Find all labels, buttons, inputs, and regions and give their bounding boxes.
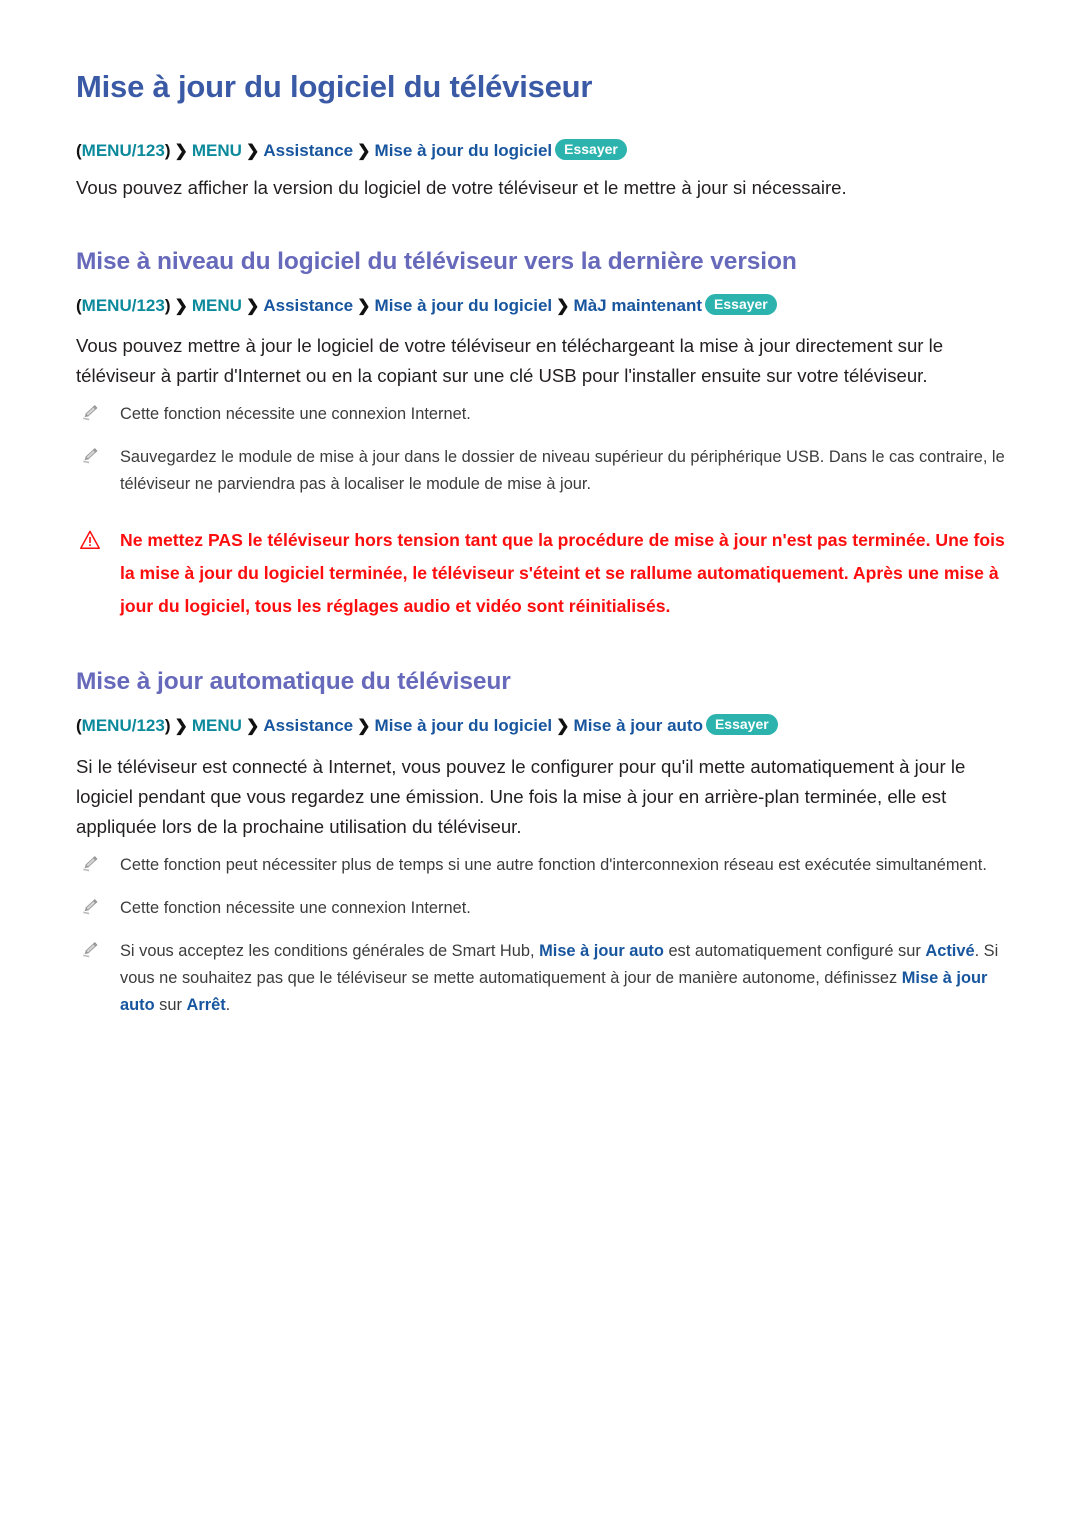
note-item-smarthub: Si vous acceptez les conditions générale… [76, 938, 1018, 1019]
note-item: Sauvegardez le module de mise à jour dan… [76, 444, 1018, 498]
caution-block: Ne mettez PAS le téléviseur hors tension… [76, 524, 1018, 623]
breadcrumb-separator-icon: ❯ [357, 718, 371, 736]
document-page: Mise à jour du logiciel du téléviseur (M… [0, 0, 1080, 1527]
breadcrumb-software-update[interactable]: (MENU/123) ❯ MENU ❯ Assistance ❯ Mise à jour d… [76, 139, 1018, 163]
pencil-icon [82, 446, 102, 466]
breadcrumb-item-software-update[interactable]: Mise à jour du logiciel [375, 296, 553, 315]
try-button[interactable]: Essayer [705, 293, 777, 315]
note-text-part: Si vous acceptez les conditions générale… [120, 941, 540, 960]
page-title: Mise à jour du logiciel du téléviseur [76, 69, 593, 104]
breadcrumb-item-menu[interactable]: MENU [192, 296, 242, 315]
breadcrumb-separator-icon: ❯ [357, 297, 371, 315]
note-text: Cette fonction nécessite une connexion I… [120, 405, 471, 424]
breadcrumb-separator-icon: ❯ [245, 718, 260, 736]
note-text-part: . [225, 995, 231, 1014]
breadcrumb-item-menu123[interactable]: MENU/123 [82, 296, 165, 315]
breadcrumb-item-update-now[interactable]: MàJ maintenant [574, 296, 702, 315]
auto-update-paragraph: Si le téléviseur est connecté à Internet… [76, 755, 966, 837]
setting-name-auto-update: Mise à jour auto [539, 941, 664, 960]
note-text: Cette fonction nécessite une connexion I… [120, 898, 471, 917]
note-text-part: sur [154, 995, 187, 1014]
setting-value-on: Activé [925, 941, 975, 960]
breadcrumb-item-assistance[interactable]: Assistance [263, 716, 353, 735]
breadcrumb-separator-icon: ❯ [174, 297, 188, 315]
breadcrumb-auto-update[interactable]: (MENU/123) ❯ MENU ❯ Assistance ❯ Mise à jour d… [76, 714, 1018, 738]
breadcrumb-item-assistance[interactable]: Assistance [263, 296, 353, 315]
note-text: Cette fonction peut nécessiter plus de t… [120, 855, 987, 874]
note-item: Cette fonction nécessite une connexion I… [76, 401, 1018, 428]
note-item: Cette fonction nécessite une connexion I… [76, 895, 1018, 922]
breadcrumb-separator-icon: ❯ [174, 718, 188, 736]
breadcrumb-separator-icon: ❯ [245, 297, 260, 315]
try-button[interactable]: Essayer [705, 714, 778, 736]
breadcrumb-separator-icon: ❯ [174, 143, 188, 161]
setting-value-off: Arrêt [186, 995, 226, 1014]
breadcrumb-separator-icon: ❯ [556, 297, 570, 315]
breadcrumb-separator-icon: ❯ [556, 718, 570, 736]
breadcrumb-item-assistance[interactable]: Assistance [263, 141, 353, 160]
breadcrumb-item-software-update[interactable]: Mise à jour du logiciel [375, 141, 553, 160]
breadcrumb-item-auto-update[interactable]: Mise à jour auto [574, 716, 703, 735]
pencil-icon [82, 897, 102, 917]
section-heading-upgrade: Mise à niveau du logiciel du téléviseur … [76, 247, 797, 275]
pencil-icon [82, 940, 102, 960]
pencil-icon [82, 854, 102, 874]
section-heading-auto-update: Mise à jour automatique du téléviseur [76, 668, 511, 696]
intro-paragraph: Vous pouvez afficher la version du logic… [76, 176, 847, 198]
note-text: Sauvegardez le module de mise à jour dan… [120, 448, 1005, 494]
breadcrumb-item-menu[interactable]: MENU [192, 141, 242, 160]
warning-triangle-icon [79, 529, 101, 551]
note-item: Cette fonction peut nécessiter plus de t… [76, 852, 1018, 879]
breadcrumb-update-now[interactable]: (MENU/123) ❯ MENU ❯ Assistance ❯ Mise à jour d… [76, 293, 1018, 318]
upgrade-paragraph: Vous pouvez mettre à jour le logiciel de… [76, 335, 944, 387]
note-text-part: est automatiquement configuré sur [663, 941, 926, 960]
pencil-icon [82, 403, 102, 423]
try-button[interactable]: Essayer [555, 139, 627, 161]
breadcrumb-item-menu123[interactable]: MENU/123 [82, 141, 165, 160]
breadcrumb-item-menu[interactable]: MENU [192, 716, 242, 735]
breadcrumb-item-software-update[interactable]: Mise à jour du logiciel [375, 716, 553, 735]
caution-text: Ne mettez PAS le téléviseur hors tension… [120, 530, 1005, 617]
breadcrumb-separator-icon: ❯ [357, 143, 371, 161]
breadcrumb-separator-icon: ❯ [245, 143, 260, 161]
breadcrumb-item-menu123[interactable]: MENU/123 [82, 716, 165, 735]
